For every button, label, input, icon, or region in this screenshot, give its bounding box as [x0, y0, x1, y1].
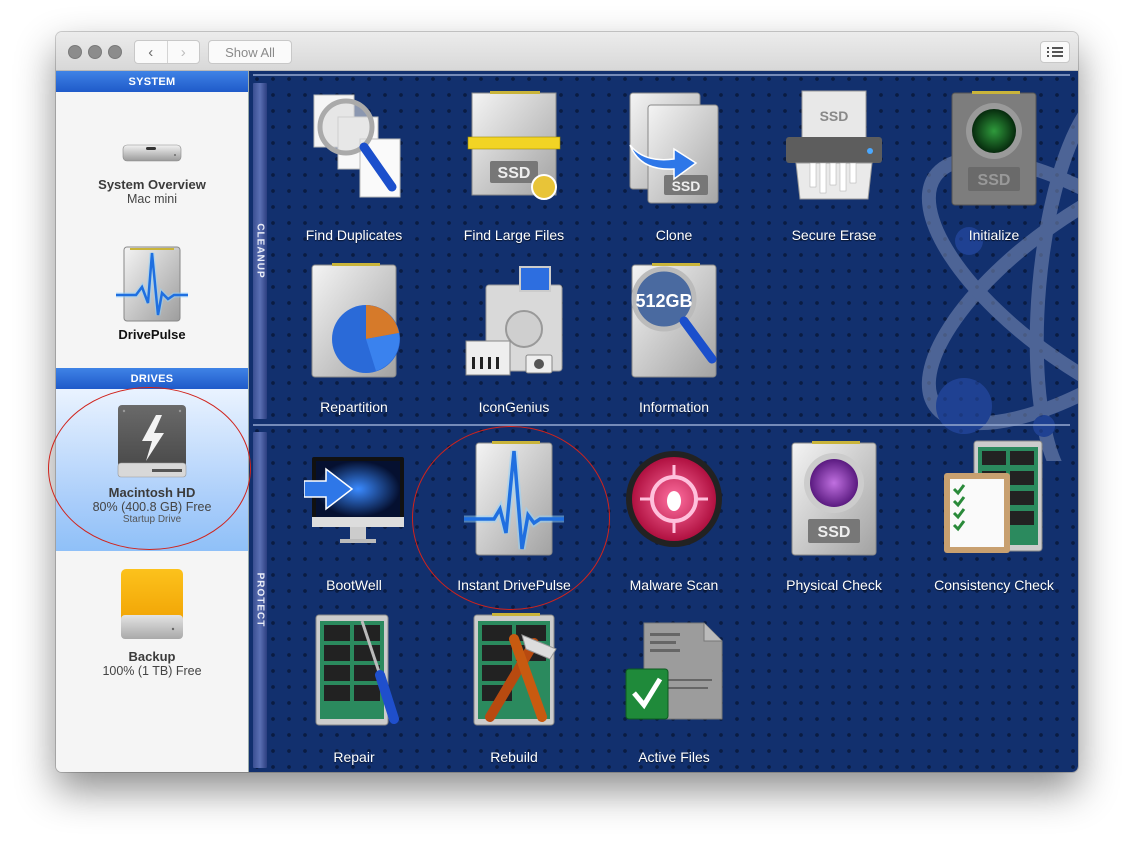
bootwell-icon [304, 457, 404, 543]
startup-drive-note: Startup Drive [122, 514, 182, 525]
minimize-window-button[interactable] [88, 45, 102, 59]
zoom-window-button[interactable] [108, 45, 122, 59]
tool-repair[interactable]: Repair [279, 605, 429, 772]
svg-text:SSD: SSD [820, 108, 849, 124]
tool-label: Physical Check [786, 577, 882, 593]
tool-label: Rebuild [490, 749, 538, 765]
tool-label: Repair [333, 749, 375, 765]
tool-bootwell[interactable]: BootWell [279, 433, 429, 603]
svg-text:SSD: SSD [818, 524, 851, 541]
malware-scan-icon [626, 451, 722, 547]
drivepulse-icon [116, 246, 188, 322]
find-duplicates-icon [313, 94, 401, 198]
active-files-icon [625, 622, 723, 720]
show-all-button[interactable]: Show All [208, 40, 292, 64]
tab-protect[interactable]: PROTECT [253, 432, 267, 768]
svg-text:512GB: 512GB [635, 291, 692, 311]
tool-label: Information [638, 399, 710, 415]
tool-find-large-files[interactable]: SSD Find Large Files [439, 83, 589, 253]
tool-clone[interactable]: SSD Clone [599, 83, 749, 253]
toolbar: ‹ › Show All [56, 32, 1078, 71]
mac-mini-icon [122, 144, 182, 162]
tool-label: Find Large Files [463, 227, 565, 243]
chevron-left-icon: ‹ [148, 43, 154, 61]
tool-initialize[interactable]: SSD Initialize [919, 83, 1069, 253]
sidebar-item-system-overview[interactable]: System Overview Mac mini [56, 111, 248, 221]
tool-label: IconGenius [478, 399, 550, 415]
tool-find-duplicates[interactable]: Find Duplicates [279, 83, 429, 253]
tool-label: Instant DrivePulse [457, 577, 571, 593]
tool-repartition[interactable]: Repartition [279, 255, 429, 425]
tool-label: Active Files [638, 749, 710, 765]
list-view-button[interactable] [1040, 41, 1070, 63]
sidebar: SYSTEM System Overview Mac mini DrivePul… [56, 71, 249, 772]
sidebar-item-drivepulse[interactable]: DrivePulse [56, 243, 248, 363]
external-drive-icon [121, 569, 183, 639]
chevron-right-icon: › [180, 43, 186, 61]
tool-label: Repartition [320, 399, 388, 415]
repair-icon [315, 614, 399, 726]
back-button[interactable]: ‹ [135, 41, 167, 63]
navigation-buttons: ‹ › [134, 40, 200, 64]
tool-malware-scan[interactable]: Malware Scan [599, 433, 749, 603]
tool-icongenius[interactable]: IconGenius [439, 255, 589, 425]
tools-panel: CLEANUP PROTECT Find Duplicates SSD Find… [249, 71, 1078, 772]
tool-information[interactable]: 512GB Information [599, 255, 749, 425]
svg-text:SSD: SSD [672, 178, 701, 194]
physical-check-icon: SSD [791, 441, 877, 556]
find-large-files-icon: SSD [467, 91, 561, 200]
tool-active-files[interactable]: Active Files [599, 605, 749, 772]
tool-instant-drivepulse[interactable]: Instant DrivePulse [439, 433, 589, 603]
divider [253, 74, 1070, 76]
initialize-icon: SSD [951, 91, 1037, 206]
tool-label: Find Duplicates [305, 227, 403, 243]
macintosh-hd-free-space: 80% (400.8 GB) Free [92, 500, 212, 514]
tool-label: Clone [655, 227, 693, 243]
rebuild-icon [473, 613, 557, 726]
repartition-icon [311, 263, 400, 378]
system-overview-title: System Overview [98, 177, 206, 192]
section-header-system: SYSTEM [56, 71, 248, 92]
tool-label: BootWell [326, 577, 382, 593]
tab-cleanup[interactable]: CLEANUP [253, 83, 267, 419]
instant-drivepulse-icon [464, 441, 564, 556]
thunderbolt-drive-icon [117, 405, 187, 478]
icongenius-icon [465, 266, 563, 376]
svg-text:SSD: SSD [978, 172, 1011, 189]
sidebar-item-backup[interactable]: Backup 100% (1 TB) Free [56, 561, 248, 691]
tool-secure-erase[interactable]: SSD Secure Erase [759, 83, 909, 253]
tool-label: Initialize [968, 227, 1020, 243]
drivepulse-title: DrivePulse [118, 327, 186, 342]
close-window-button[interactable] [68, 45, 82, 59]
macintosh-hd-title: Macintosh HD [108, 485, 196, 500]
tool-label: Malware Scan [629, 577, 719, 593]
sidebar-item-macintosh-hd[interactable]: Macintosh HD 80% (400.8 GB) Free Startup… [56, 389, 248, 551]
app-window: ‹ › Show All SYSTEM System Overview Mac … [56, 32, 1078, 772]
consistency-check-icon [944, 440, 1043, 553]
tool-consistency-check[interactable]: Consistency Check [919, 433, 1069, 603]
clone-icon: SSD [629, 92, 719, 204]
tool-physical-check[interactable]: SSD Physical Check [759, 433, 909, 603]
system-overview-subtitle: Mac mini [126, 192, 177, 206]
tool-label: Consistency Check [934, 577, 1054, 593]
section-header-drives: DRIVES [56, 368, 248, 389]
information-icon: 512GB [631, 263, 717, 378]
forward-button[interactable]: › [166, 41, 200, 63]
tool-label: Secure Erase [791, 227, 877, 243]
backup-title: Backup [128, 649, 176, 664]
tool-rebuild[interactable]: Rebuild [439, 605, 589, 772]
secure-erase-icon: SSD [786, 90, 882, 200]
backup-free-space: 100% (1 TB) Free [102, 664, 202, 678]
svg-text:SSD: SSD [498, 165, 531, 182]
